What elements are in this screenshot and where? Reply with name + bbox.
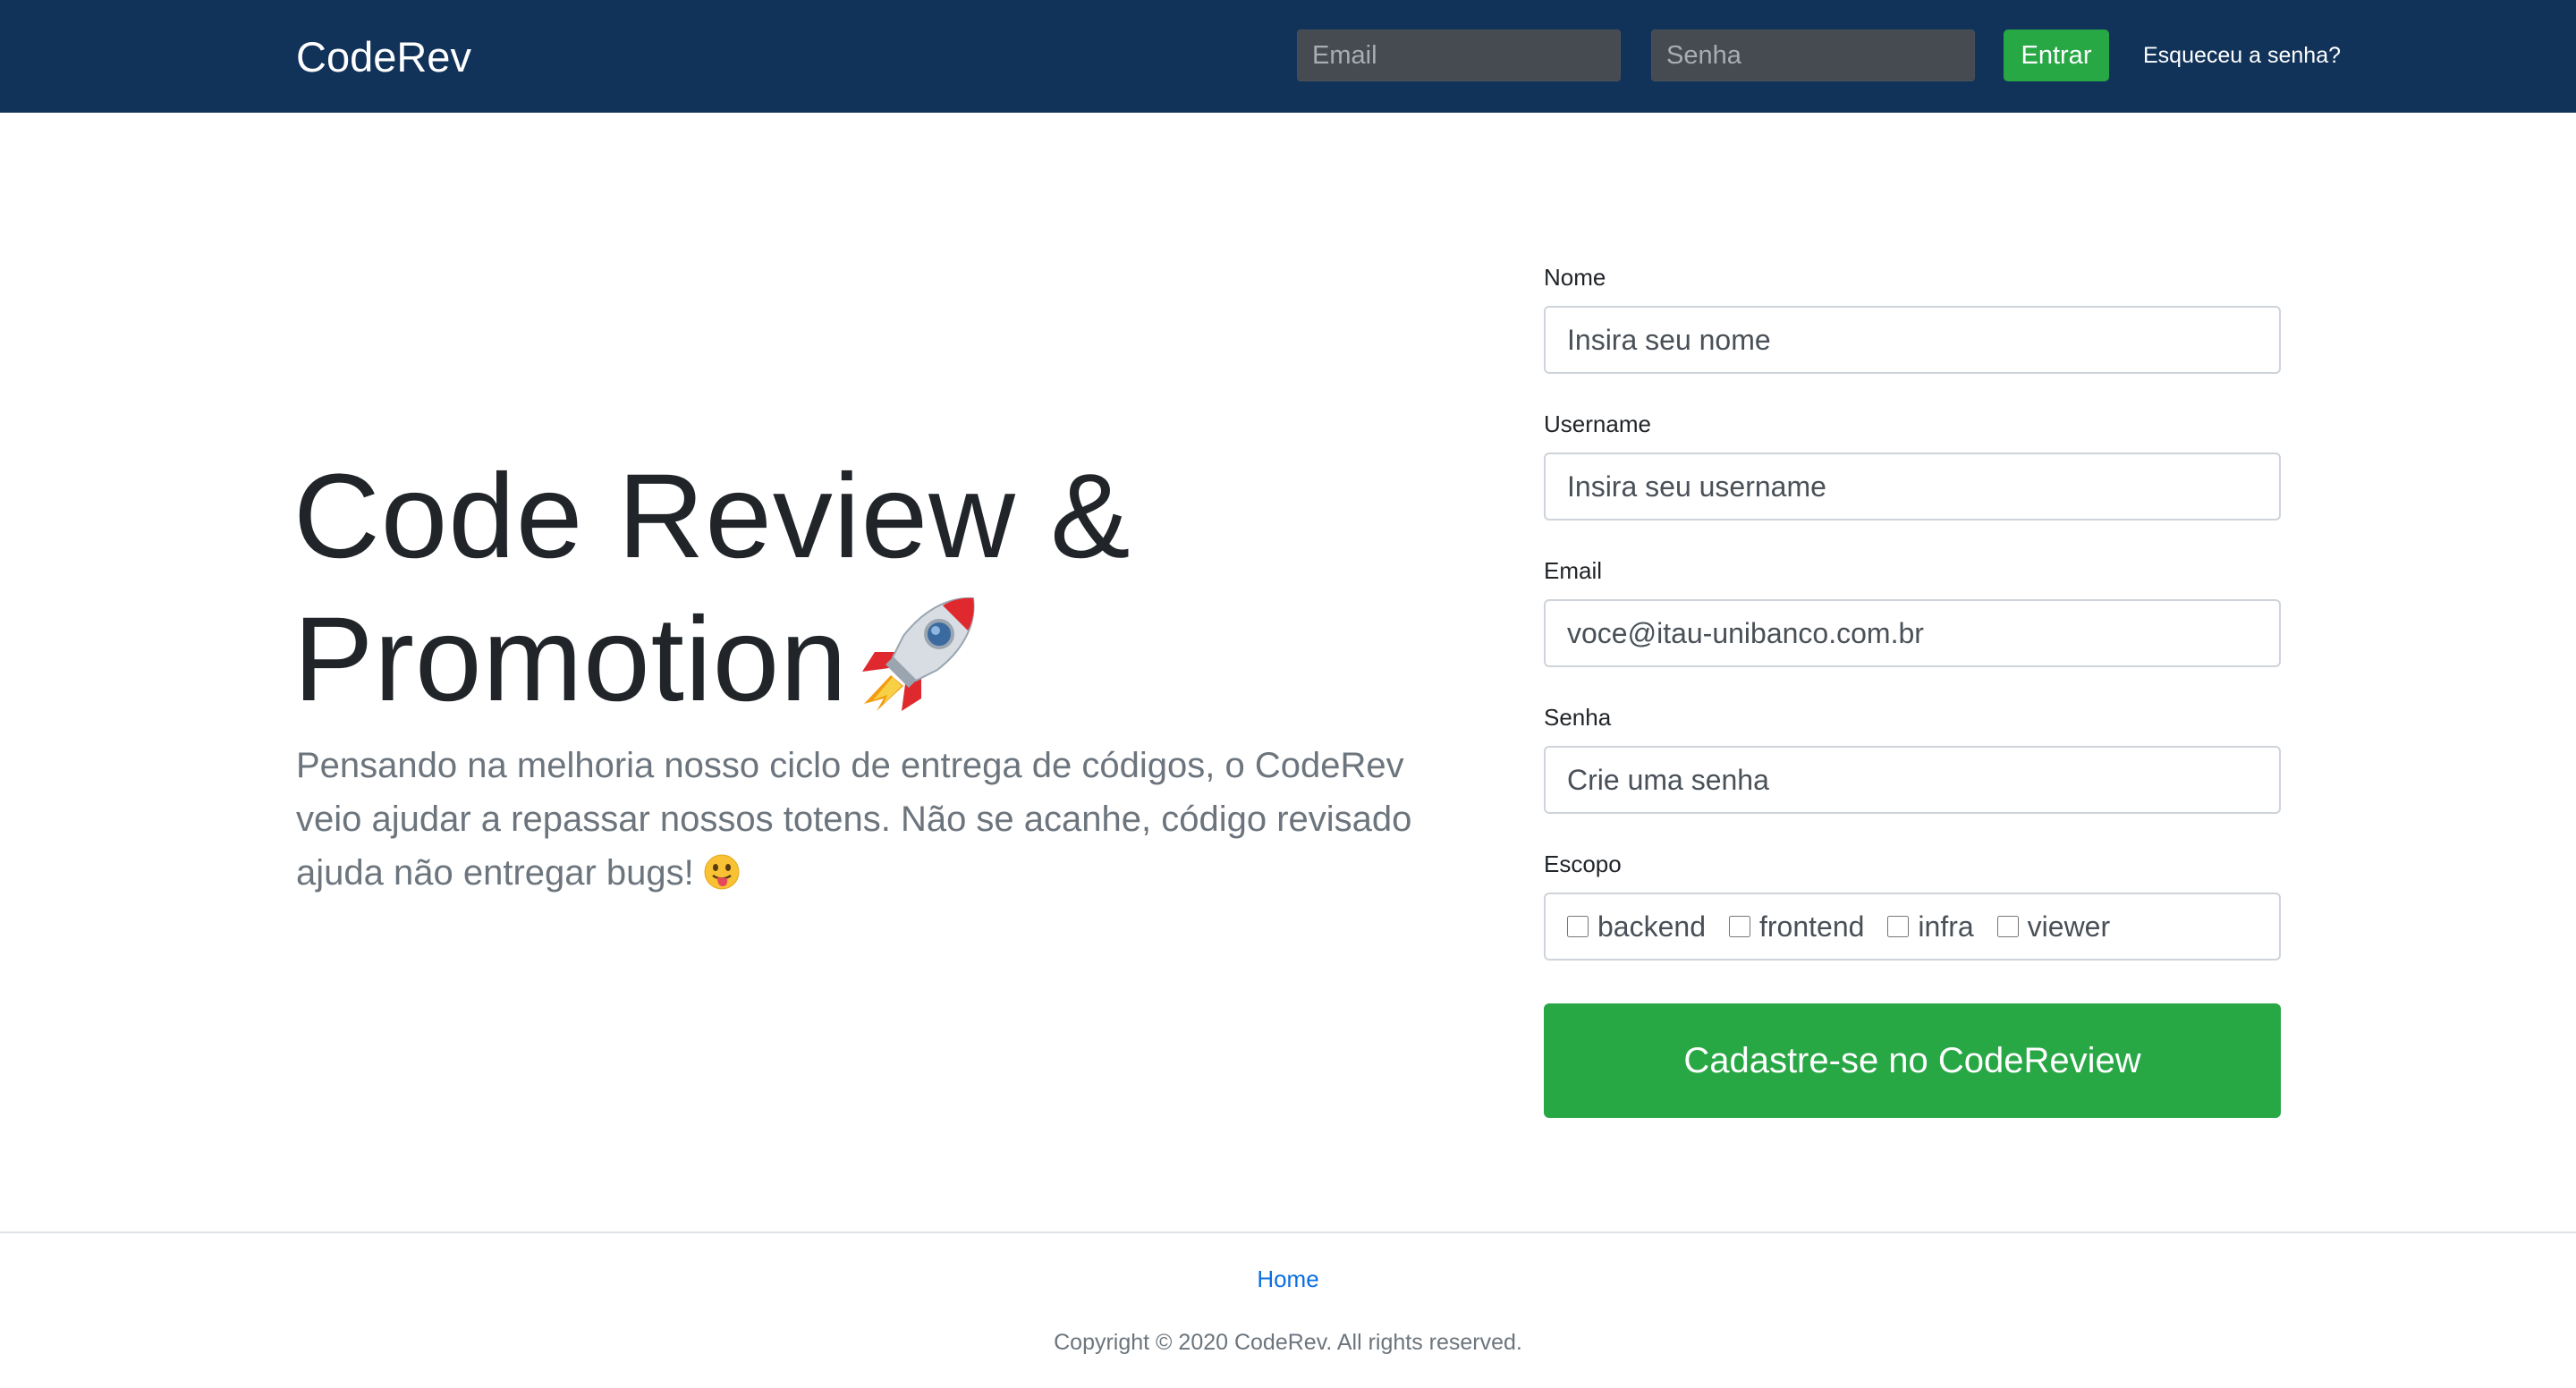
scope-checkbox-backend[interactable] (1567, 916, 1589, 937)
navbar: CodeRev Entrar Esqueceu a senha? (0, 0, 2576, 113)
username-input[interactable] (1544, 453, 2281, 520)
login-password-input[interactable] (1651, 30, 1975, 81)
scope-option-label: infra (1918, 910, 1974, 943)
login-button[interactable]: Entrar (2004, 30, 2109, 81)
password-label: Senha (1544, 704, 1612, 731)
scope-option-backend[interactable]: backend (1567, 910, 1706, 944)
name-input[interactable] (1544, 306, 2281, 374)
name-label: Nome (1544, 264, 1606, 291)
footer-divider (0, 1231, 2576, 1233)
footer-nav: Home (0, 1264, 2576, 1294)
hero-title: Code Review & Promotion (293, 445, 1456, 732)
scope-label: Escopo (1544, 851, 1622, 877)
tongue-face-icon (704, 851, 740, 890)
footer-home-link[interactable]: Home (1257, 1265, 1318, 1292)
scope-option-infra[interactable]: infra (1887, 910, 1974, 944)
password-input[interactable] (1544, 746, 2281, 814)
hero-description: Pensando na melhoria nosso ciclo de entr… (296, 739, 1459, 900)
brand-logo[interactable]: CodeRev (296, 29, 471, 86)
hero-title-line2: Promotion (293, 593, 848, 726)
scope-checkbox-frontend[interactable] (1728, 916, 1750, 937)
scope-checkbox-infra[interactable] (1887, 916, 1910, 937)
scope-option-label: viewer (2027, 910, 2111, 943)
username-label: Username (1544, 410, 1651, 437)
scope-group: backend frontend infra viewer (1544, 893, 2281, 961)
copyright-text: Copyright © 2020 CodeRev. All rights res… (1054, 1330, 1522, 1355)
scope-option-label: backend (1597, 910, 1706, 943)
rocket-icon (857, 593, 980, 713)
hero-description-text: Pensando na melhoria nosso ciclo de entr… (296, 746, 1412, 893)
scope-option-label: frontend (1758, 910, 1865, 943)
scope-option-frontend[interactable]: frontend (1728, 910, 1865, 944)
scope-option-viewer[interactable]: viewer (1996, 910, 2111, 944)
email-label: Email (1544, 557, 1603, 584)
email-input[interactable] (1544, 599, 2281, 667)
hero-title-line1: Code Review & (293, 450, 1131, 583)
forgot-password-link[interactable]: Esqueceu a senha? (2143, 39, 2341, 72)
login-email-input[interactable] (1297, 30, 1621, 81)
scope-checkbox-viewer[interactable] (1996, 916, 2019, 937)
signup-button[interactable]: Cadastre-se no CodeReview (1544, 1003, 2281, 1118)
